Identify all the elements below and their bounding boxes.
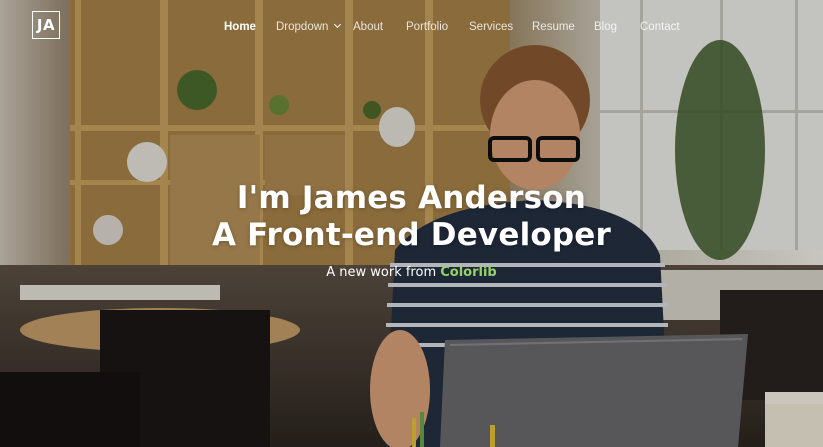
chevron-down-icon <box>334 20 342 29</box>
hero-subtitle-prefix: A new work from <box>326 265 437 280</box>
nav-label: Portfolio <box>406 21 449 33</box>
nav-label: Blog <box>594 21 618 33</box>
nav-label: Dropdown <box>276 21 329 33</box>
nav-item-contact[interactable]: Contact <box>640 21 680 33</box>
nav-item-dropdown[interactable]: Dropdown <box>276 20 342 33</box>
nav-label: Resume <box>532 21 575 33</box>
nav-label: About <box>353 21 384 33</box>
nav-label: Home <box>224 21 256 33</box>
hero-title-line1: I'm James Anderson <box>236 180 587 216</box>
nav-label: Services <box>469 21 514 33</box>
hero-section: I'm James Anderson A Front-end Developer… <box>0 180 823 280</box>
site-logo[interactable]: JA <box>32 11 60 39</box>
nav-item-services[interactable]: Services <box>469 21 513 33</box>
nav-item-portfolio[interactable]: Portfolio <box>406 21 448 33</box>
logo-text: JA <box>36 16 56 34</box>
hero-title: I'm James Anderson A Front-end Developer <box>0 180 823 254</box>
nav-item-home[interactable]: Home <box>224 21 256 33</box>
hero-title-line2: A Front-end Developer <box>211 217 611 253</box>
colorlib-link[interactable]: Colorlib <box>440 265 497 280</box>
nav-label: Contact <box>640 21 680 33</box>
nav-item-resume[interactable]: Resume <box>532 21 575 33</box>
hero-subtitle: A new work from Colorlib <box>0 265 823 280</box>
main-navigation: Home Dropdown About Portfolio Services R… <box>123 0 823 56</box>
nav-item-blog[interactable]: Blog <box>594 21 617 33</box>
nav-item-about[interactable]: About <box>353 21 383 33</box>
